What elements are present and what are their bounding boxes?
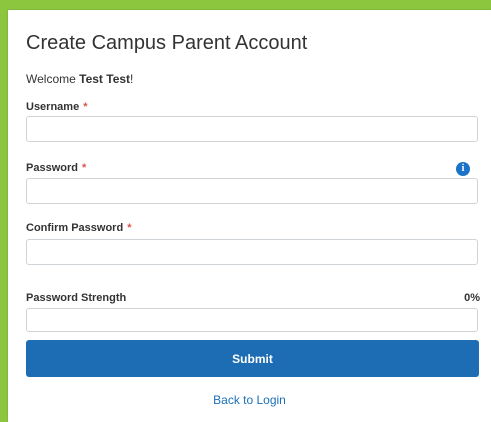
username-input[interactable] <box>26 116 478 142</box>
password-strength-label: Password Strength <box>26 292 127 304</box>
username-label-text: Username <box>26 101 80 113</box>
info-icon[interactable]: i <box>456 162 470 176</box>
welcome-message: Welcome Test Test! <box>26 72 133 86</box>
password-label: Password * <box>26 162 86 174</box>
back-to-login-link[interactable]: Back to Login <box>8 393 491 407</box>
password-input[interactable] <box>26 178 478 204</box>
account-card: Create Campus Parent Account Welcome Tes… <box>8 10 491 422</box>
confirm-password-label: Confirm Password * <box>26 222 131 234</box>
welcome-suffix: ! <box>130 72 134 86</box>
confirm-password-label-text: Confirm Password <box>26 222 124 234</box>
welcome-name: Test Test <box>79 72 131 86</box>
welcome-prefix: Welcome <box>26 72 80 86</box>
confirm-password-input[interactable] <box>26 239 478 265</box>
page-title: Create Campus Parent Account <box>26 32 308 54</box>
submit-button[interactable]: Submit <box>26 340 479 377</box>
required-marker: * <box>81 162 87 174</box>
required-marker: * <box>83 101 88 113</box>
username-label: Username * <box>26 101 87 113</box>
password-strength-percent: 0% <box>464 292 480 304</box>
password-strength-meter <box>26 308 478 332</box>
required-marker: * <box>127 222 132 234</box>
password-label-text: Password <box>26 162 78 174</box>
